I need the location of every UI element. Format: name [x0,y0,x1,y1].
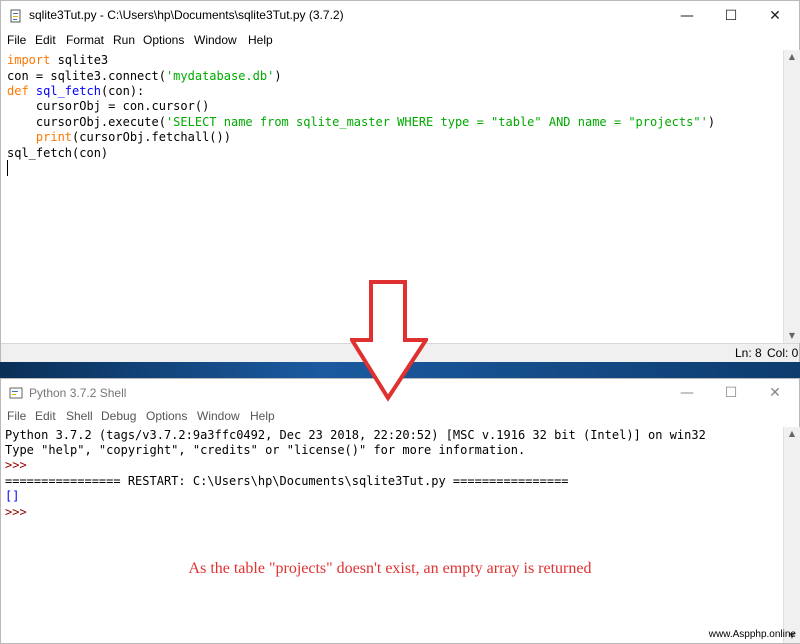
watermark: www.Aspphp.online [708,629,796,640]
editor-titlebar[interactable]: sqlite3Tut.py - C:\Users\hp\Documents\sq… [1,1,799,32]
code-text: cursorObj.execute( [7,115,166,129]
minimize-icon[interactable]: — [667,382,707,404]
code-text: ) [707,115,716,129]
shell-prompt: >>> [5,505,27,519]
menu-file[interactable]: File [7,33,26,47]
scroll-up-icon[interactable]: ▲ [784,427,800,441]
editor-scrollbar[interactable]: ▲ ▼ [783,50,800,343]
code-line-6: print(cursorObj.fetchall()) [7,129,231,145]
shell-restart-line: ================ RESTART: C:\Users\hp\Do… [5,474,569,488]
python-shell-icon [9,387,23,399]
close-icon[interactable]: ✕ [755,5,795,27]
menu-window[interactable]: Window [197,409,240,423]
code-line-5: cursorObj.execute('SELECT name from sqli… [7,114,715,130]
menu-debug[interactable]: Debug [101,409,136,423]
menu-edit[interactable]: Edit [35,409,56,423]
scroll-up-icon[interactable]: ▲ [784,50,800,64]
code-string: 'mydatabase.db' [165,69,275,83]
code-keyword: def [7,84,29,98]
editor-menubar: File Edit Format Run Options Window Help [1,32,799,50]
code-line-7: sql_fetch(con) [7,146,109,160]
annotation-text: As the table "projects" doesn't exist, a… [188,560,592,577]
code-string: 'SELECT name from sqlite_master WHERE ty… [165,115,708,129]
minimize-icon[interactable]: — [667,5,707,27]
code-line-4: cursorObj = con.cursor() [7,99,210,113]
code-line-1: import sqlite3 [7,52,108,68]
status-col: Col: 0 [767,346,799,360]
editor-title: sqlite3Tut.py - C:\Users\hp\Documents\sq… [29,8,344,22]
code-function-name: sql_fetch [28,84,101,98]
code-text: ) [274,69,282,83]
menu-file[interactable]: File [7,409,26,423]
maximize-icon[interactable]: ☐ [711,5,751,27]
menu-options[interactable]: Options [143,33,184,47]
shell-banner-line: Python 3.7.2 (tags/v3.7.2:9a3ffc0492, De… [5,428,706,442]
menu-options[interactable]: Options [146,409,187,423]
shell-prompt: >>> [5,458,27,472]
shell-title: Python 3.7.2 Shell [29,386,127,400]
status-line: Ln: 8 [735,346,762,360]
code-line-3: def sql_fetch(con): [7,83,144,99]
code-text: con = sqlite3.connect( [7,69,166,83]
scroll-down-icon[interactable]: ▼ [784,329,800,343]
code-builtin: print [35,130,73,144]
shell-output: [] [5,489,20,503]
code-keyword: import [7,53,51,67]
shell-window: Python 3.7.2 Shell — ☐ ✕ File Edit Shell… [0,378,800,644]
menu-shell[interactable]: Shell [66,409,93,423]
menu-run[interactable]: Run [113,33,135,47]
close-icon[interactable]: ✕ [755,382,795,404]
menu-help[interactable]: Help [248,33,273,47]
shell-text-area[interactable]: Python 3.7.2 (tags/v3.7.2:9a3ffc0492, De… [1,427,783,643]
menu-edit[interactable]: Edit [35,33,56,47]
menu-help[interactable]: Help [250,409,275,423]
shell-scrollbar[interactable]: ▲ ▼ [783,427,800,643]
code-text: (con): [100,84,145,98]
text-cursor [7,160,8,176]
menu-window[interactable]: Window [194,33,237,47]
code-text: (cursorObj.fetchall()) [72,130,231,144]
shell-banner-line: Type "help", "copyright", "credits" or "… [5,443,526,457]
python-file-icon [10,9,21,23]
code-text: sqlite3 [50,53,109,67]
maximize-icon[interactable]: ☐ [711,382,751,404]
code-line-2: con = sqlite3.connect('mydatabase.db') [7,68,282,84]
down-arrow-annotation-icon [350,280,428,402]
shell-menubar: File Edit Shell Debug Options Window Hel… [1,408,799,426]
menu-format[interactable]: Format [66,33,104,47]
